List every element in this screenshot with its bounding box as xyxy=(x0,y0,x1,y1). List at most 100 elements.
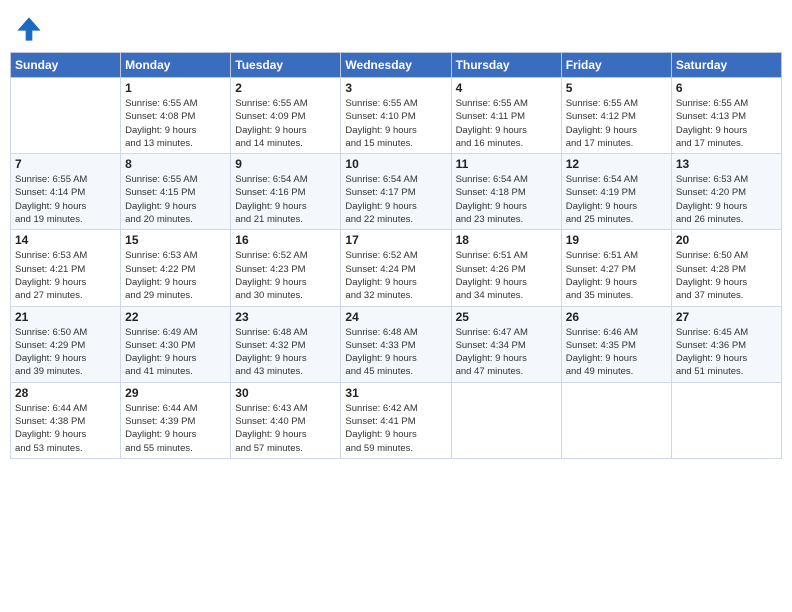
day-number: 24 xyxy=(345,310,446,324)
day-cell xyxy=(671,382,781,458)
day-number: 8 xyxy=(125,157,226,171)
week-row-3: 14 Sunrise: 6:53 AMSunset: 4:21 PMDayligh… xyxy=(11,230,782,306)
day-number: 22 xyxy=(125,310,226,324)
day-info: Sunrise: 6:55 AMSunset: 4:15 PMDaylight:… xyxy=(125,173,226,226)
day-info: Sunrise: 6:52 AMSunset: 4:24 PMDaylight:… xyxy=(345,249,446,302)
header-row: SundayMondayTuesdayWednesdayThursdayFrid… xyxy=(11,53,782,78)
day-number: 11 xyxy=(456,157,557,171)
day-info: Sunrise: 6:49 AMSunset: 4:30 PMDaylight:… xyxy=(125,326,226,379)
calendar-header: SundayMondayTuesdayWednesdayThursdayFrid… xyxy=(11,53,782,78)
day-number: 3 xyxy=(345,81,446,95)
day-cell xyxy=(561,382,671,458)
day-cell: 18 Sunrise: 6:51 AMSunset: 4:26 PMDayligh… xyxy=(451,230,561,306)
day-info: Sunrise: 6:44 AMSunset: 4:39 PMDaylight:… xyxy=(125,402,226,455)
header-cell-saturday: Saturday xyxy=(671,53,781,78)
day-number: 23 xyxy=(235,310,336,324)
day-info: Sunrise: 6:55 AMSunset: 4:14 PMDaylight:… xyxy=(15,173,116,226)
day-number: 26 xyxy=(566,310,667,324)
day-cell: 13 Sunrise: 6:53 AMSunset: 4:20 PMDayligh… xyxy=(671,154,781,230)
day-number: 20 xyxy=(676,233,777,247)
day-number: 15 xyxy=(125,233,226,247)
day-info: Sunrise: 6:55 AMSunset: 4:10 PMDaylight:… xyxy=(345,97,446,150)
day-number: 6 xyxy=(676,81,777,95)
day-info: Sunrise: 6:54 AMSunset: 4:16 PMDaylight:… xyxy=(235,173,336,226)
day-info: Sunrise: 6:50 AMSunset: 4:28 PMDaylight:… xyxy=(676,249,777,302)
day-cell: 22 Sunrise: 6:49 AMSunset: 4:30 PMDayligh… xyxy=(121,306,231,382)
day-number: 18 xyxy=(456,233,557,247)
day-info: Sunrise: 6:48 AMSunset: 4:32 PMDaylight:… xyxy=(235,326,336,379)
day-info: Sunrise: 6:54 AMSunset: 4:17 PMDaylight:… xyxy=(345,173,446,226)
day-cell: 23 Sunrise: 6:48 AMSunset: 4:32 PMDayligh… xyxy=(231,306,341,382)
day-info: Sunrise: 6:55 AMSunset: 4:11 PMDaylight:… xyxy=(456,97,557,150)
day-number: 13 xyxy=(676,157,777,171)
day-number: 25 xyxy=(456,310,557,324)
day-cell: 31 Sunrise: 6:42 AMSunset: 4:41 PMDayligh… xyxy=(341,382,451,458)
day-cell: 21Sunrise: 6:50 AMSunset: 4:29 PMDayligh… xyxy=(11,306,121,382)
day-cell: 8 Sunrise: 6:55 AMSunset: 4:15 PMDaylight… xyxy=(121,154,231,230)
calendar-table: SundayMondayTuesdayWednesdayThursdayFrid… xyxy=(10,52,782,459)
header-cell-tuesday: Tuesday xyxy=(231,53,341,78)
day-info: Sunrise: 6:54 AMSunset: 4:18 PMDaylight:… xyxy=(456,173,557,226)
day-info: Sunrise: 6:51 AMSunset: 4:27 PMDaylight:… xyxy=(566,249,667,302)
day-number: 31 xyxy=(345,386,446,400)
day-cell: 15 Sunrise: 6:53 AMSunset: 4:22 PMDayligh… xyxy=(121,230,231,306)
day-cell: 3 Sunrise: 6:55 AMSunset: 4:10 PMDaylight… xyxy=(341,78,451,154)
day-cell: 11 Sunrise: 6:54 AMSunset: 4:18 PMDayligh… xyxy=(451,154,561,230)
day-info: Sunrise: 6:55 AMSunset: 4:09 PMDaylight:… xyxy=(235,97,336,150)
day-cell: 28 Sunrise: 6:44 AMSunset: 4:38 PMDayligh… xyxy=(11,382,121,458)
week-row-1: 1 Sunrise: 6:55 AMSunset: 4:08 PMDaylight… xyxy=(11,78,782,154)
day-cell: 7 Sunrise: 6:55 AMSunset: 4:14 PMDaylight… xyxy=(11,154,121,230)
day-cell xyxy=(11,78,121,154)
day-cell: 14 Sunrise: 6:53 AMSunset: 4:21 PMDayligh… xyxy=(11,230,121,306)
day-cell: 1 Sunrise: 6:55 AMSunset: 4:08 PMDaylight… xyxy=(121,78,231,154)
day-info: Sunrise: 6:55 AMSunset: 4:08 PMDaylight:… xyxy=(125,97,226,150)
day-info: Sunrise: 6:53 AMSunset: 4:22 PMDaylight:… xyxy=(125,249,226,302)
day-cell: 5 Sunrise: 6:55 AMSunset: 4:12 PMDaylight… xyxy=(561,78,671,154)
day-number: 1 xyxy=(125,81,226,95)
day-info: Sunrise: 6:53 AMSunset: 4:21 PMDaylight:… xyxy=(15,249,116,302)
day-number: 5 xyxy=(566,81,667,95)
day-info: Sunrise: 6:48 AMSunset: 4:33 PMDaylight:… xyxy=(345,326,446,379)
day-info: Sunrise: 6:43 AMSunset: 4:40 PMDaylight:… xyxy=(235,402,336,455)
logo xyxy=(14,14,48,44)
day-info: Sunrise: 6:50 AMSunset: 4:29 PMDaylight:… xyxy=(15,326,116,379)
day-number: 4 xyxy=(456,81,557,95)
header-cell-wednesday: Wednesday xyxy=(341,53,451,78)
day-number: 7 xyxy=(15,157,116,171)
day-number: 30 xyxy=(235,386,336,400)
header-cell-friday: Friday xyxy=(561,53,671,78)
day-info: Sunrise: 6:42 AMSunset: 4:41 PMDaylight:… xyxy=(345,402,446,455)
day-info: Sunrise: 6:51 AMSunset: 4:26 PMDaylight:… xyxy=(456,249,557,302)
day-cell: 29Sunrise: 6:44 AMSunset: 4:39 PMDayligh… xyxy=(121,382,231,458)
page-header xyxy=(10,10,782,44)
day-number: 2 xyxy=(235,81,336,95)
week-row-2: 7 Sunrise: 6:55 AMSunset: 4:14 PMDaylight… xyxy=(11,154,782,230)
day-info: Sunrise: 6:55 AMSunset: 4:12 PMDaylight:… xyxy=(566,97,667,150)
week-row-5: 28 Sunrise: 6:44 AMSunset: 4:38 PMDayligh… xyxy=(11,382,782,458)
calendar-body: 1 Sunrise: 6:55 AMSunset: 4:08 PMDaylight… xyxy=(11,78,782,459)
day-cell: 24 Sunrise: 6:48 AMSunset: 4:33 PMDayligh… xyxy=(341,306,451,382)
day-cell: 6Sunrise: 6:55 AMSunset: 4:13 PMDaylight… xyxy=(671,78,781,154)
day-cell: 20 Sunrise: 6:50 AMSunset: 4:28 PMDayligh… xyxy=(671,230,781,306)
day-cell: 25Sunrise: 6:47 AMSunset: 4:34 PMDayligh… xyxy=(451,306,561,382)
week-row-4: 21Sunrise: 6:50 AMSunset: 4:29 PMDayligh… xyxy=(11,306,782,382)
day-cell: 16 Sunrise: 6:52 AMSunset: 4:23 PMDayligh… xyxy=(231,230,341,306)
day-info: Sunrise: 6:44 AMSunset: 4:38 PMDaylight:… xyxy=(15,402,116,455)
day-cell: 19Sunrise: 6:51 AMSunset: 4:27 PMDayligh… xyxy=(561,230,671,306)
day-info: Sunrise: 6:45 AMSunset: 4:36 PMDaylight:… xyxy=(676,326,777,379)
day-cell: 17Sunrise: 6:52 AMSunset: 4:24 PMDayligh… xyxy=(341,230,451,306)
header-cell-monday: Monday xyxy=(121,53,231,78)
day-number: 12 xyxy=(566,157,667,171)
day-info: Sunrise: 6:52 AMSunset: 4:23 PMDaylight:… xyxy=(235,249,336,302)
day-cell: 4 Sunrise: 6:55 AMSunset: 4:11 PMDaylight… xyxy=(451,78,561,154)
day-number: 28 xyxy=(15,386,116,400)
header-cell-thursday: Thursday xyxy=(451,53,561,78)
day-info: Sunrise: 6:46 AMSunset: 4:35 PMDaylight:… xyxy=(566,326,667,379)
day-cell: 12Sunrise: 6:54 AMSunset: 4:19 PMDayligh… xyxy=(561,154,671,230)
day-number: 14 xyxy=(15,233,116,247)
day-cell: 10 Sunrise: 6:54 AMSunset: 4:17 PMDayligh… xyxy=(341,154,451,230)
day-cell: 26 Sunrise: 6:46 AMSunset: 4:35 PMDayligh… xyxy=(561,306,671,382)
day-number: 16 xyxy=(235,233,336,247)
day-info: Sunrise: 6:53 AMSunset: 4:20 PMDaylight:… xyxy=(676,173,777,226)
day-number: 10 xyxy=(345,157,446,171)
